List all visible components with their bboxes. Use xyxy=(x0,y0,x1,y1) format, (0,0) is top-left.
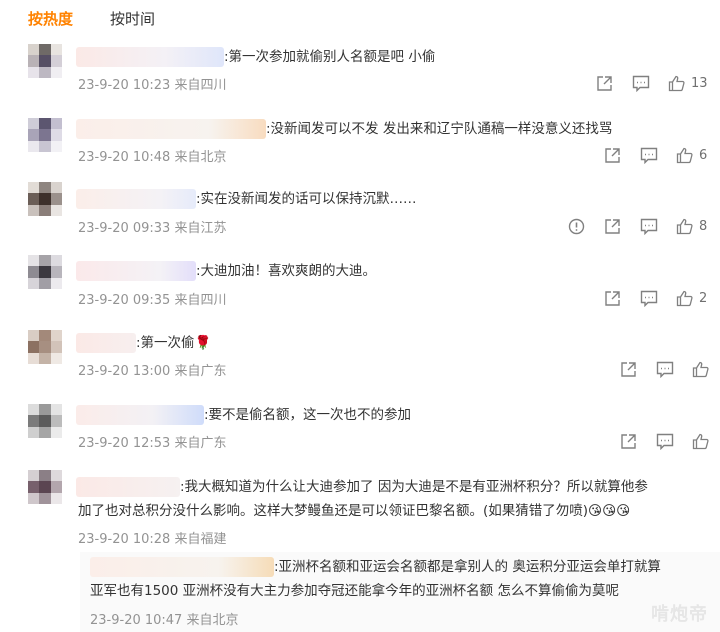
avatar[interactable] xyxy=(28,330,62,364)
tab-sort-by-hot[interactable]: 按热度 xyxy=(28,8,73,29)
share-button[interactable] xyxy=(604,289,621,307)
share-button[interactable] xyxy=(620,432,637,450)
comment-button[interactable] xyxy=(640,146,658,164)
username-blurred[interactable] xyxy=(76,261,196,281)
reply-text-line-2: 亚军也有1500 亚洲杯没有大主力参加夺冠还能拿今年的亚洲杯名额 怎么不算偷偷为… xyxy=(90,583,619,599)
comment-icon xyxy=(632,75,650,92)
watermark: 啃炮帝 xyxy=(651,604,708,625)
comment-meta: 23-9-20 10:48 来自北京 xyxy=(78,150,227,165)
share-icon xyxy=(605,218,620,234)
username-blurred[interactable] xyxy=(76,477,180,497)
comment-meta: 23-9-20 13:00 来自广东 xyxy=(78,364,227,379)
comment-meta: 23-9-20 09:35 来自四川 xyxy=(78,293,227,308)
username-blurred[interactable] xyxy=(90,557,274,577)
reply-text-line-1: :亚洲杯名额和亚运会名额都是拿别人的 奥运积分亚运会单打就算 xyxy=(274,559,661,575)
share-icon xyxy=(605,290,620,306)
comment-icon xyxy=(640,290,658,307)
comment-icon xyxy=(640,218,658,235)
comment-meta: 23-9-20 12:53 来自广东 xyxy=(78,436,227,451)
username-blurred[interactable] xyxy=(76,47,224,67)
avatar[interactable] xyxy=(28,182,62,216)
avatar[interactable] xyxy=(28,404,62,438)
tab-sort-by-time[interactable]: 按时间 xyxy=(110,8,155,29)
comment-icon xyxy=(640,147,658,164)
comment-button[interactable] xyxy=(632,74,650,92)
share-icon xyxy=(597,75,612,91)
share-button[interactable] xyxy=(604,146,621,164)
comment-text: :大迪加油！喜欢爽朗的大迪。 xyxy=(196,263,377,279)
comment-text: :第一次偷🌹 xyxy=(136,335,212,351)
comment-text-line-1: :我大概知道为什么让大迪参加了 因为大迪是不是有亚洲杯积分？所以就算他参 xyxy=(180,479,648,495)
comment-text: :实在没新闻发的话可以保持沉默…… xyxy=(196,191,417,207)
comment-text: :要不是偷名额，这一次也不的参加 xyxy=(204,407,412,423)
share-button[interactable] xyxy=(620,360,637,378)
thumbs-up-icon xyxy=(692,433,709,449)
sort-tabs: 按热度 按时间 xyxy=(0,0,720,36)
like-button[interactable]: 6 xyxy=(676,146,707,164)
like-button[interactable] xyxy=(692,360,709,378)
avatar[interactable] xyxy=(28,470,62,504)
like-button[interactable]: 8 xyxy=(676,217,707,235)
username-blurred[interactable] xyxy=(76,119,266,139)
thumbs-up-icon xyxy=(668,75,685,91)
like-button[interactable]: 13 xyxy=(668,74,708,92)
report-button[interactable] xyxy=(568,217,585,235)
thumbs-up-icon xyxy=(676,147,693,163)
share-button[interactable] xyxy=(604,217,621,235)
comment-text-line-2: 加了也对总积分没什么影响。这样大梦鳗鱼还是可以领证巴黎名额。(如果猜错了勿喷)😘… xyxy=(78,503,631,519)
comment-icon xyxy=(656,361,674,378)
reply-meta: 23-9-20 10:47 来自北京 xyxy=(90,613,239,628)
comment-text: :第一次参加就偷别人名额是吧 小偷 xyxy=(224,49,436,65)
share-icon xyxy=(605,147,620,163)
like-count: 2 xyxy=(699,290,708,306)
comment-meta: 23-9-20 10:23 来自四川 xyxy=(78,78,227,93)
comment-text: :没新闻发可以不发 发出来和辽宁队通稿一样没意义还找骂 xyxy=(266,121,613,137)
username-blurred[interactable] xyxy=(76,405,204,425)
like-count: 6 xyxy=(699,147,708,163)
like-button[interactable]: 2 xyxy=(676,289,707,307)
like-count: 8 xyxy=(699,218,708,234)
username-blurred[interactable] xyxy=(76,333,136,353)
thumbs-up-icon xyxy=(692,361,709,377)
username-blurred[interactable] xyxy=(76,189,196,209)
avatar[interactable] xyxy=(28,118,62,152)
thumbs-up-icon xyxy=(676,218,693,234)
comment-button[interactable] xyxy=(656,360,674,378)
comment-meta: 23-9-20 10:28 来自福建 xyxy=(78,532,227,547)
avatar[interactable] xyxy=(28,255,62,289)
avatar[interactable] xyxy=(28,44,62,78)
comment-icon xyxy=(656,433,674,450)
comment-button[interactable] xyxy=(656,432,674,450)
comment-button[interactable] xyxy=(640,289,658,307)
share-button[interactable] xyxy=(596,74,613,92)
alert-circle-icon xyxy=(568,218,585,234)
comment-meta: 23-9-20 09:33 来自江苏 xyxy=(78,221,227,236)
comment-button[interactable] xyxy=(640,217,658,235)
share-icon xyxy=(621,361,636,377)
like-count: 13 xyxy=(691,75,708,91)
share-icon xyxy=(621,433,636,449)
thumbs-up-icon xyxy=(676,290,693,306)
like-button[interactable] xyxy=(692,432,709,450)
